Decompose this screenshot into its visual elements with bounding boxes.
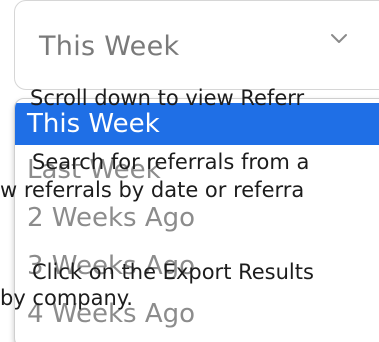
help-text-search: Search for referrals from a: [32, 150, 310, 174]
help-text-scroll: Scroll down to view Referr: [30, 86, 305, 110]
week-select[interactable]: This Week: [14, 0, 379, 90]
option-2-weeks-ago[interactable]: 2 Weeks Ago: [15, 197, 379, 239]
help-text-export: Click on the Export Results: [32, 260, 314, 284]
help-text-company: by company.: [0, 286, 133, 310]
help-text-date: w referrals by date or referra: [0, 178, 305, 202]
chevron-down-icon: [331, 34, 347, 43]
week-select-value: This Week: [39, 31, 180, 62]
